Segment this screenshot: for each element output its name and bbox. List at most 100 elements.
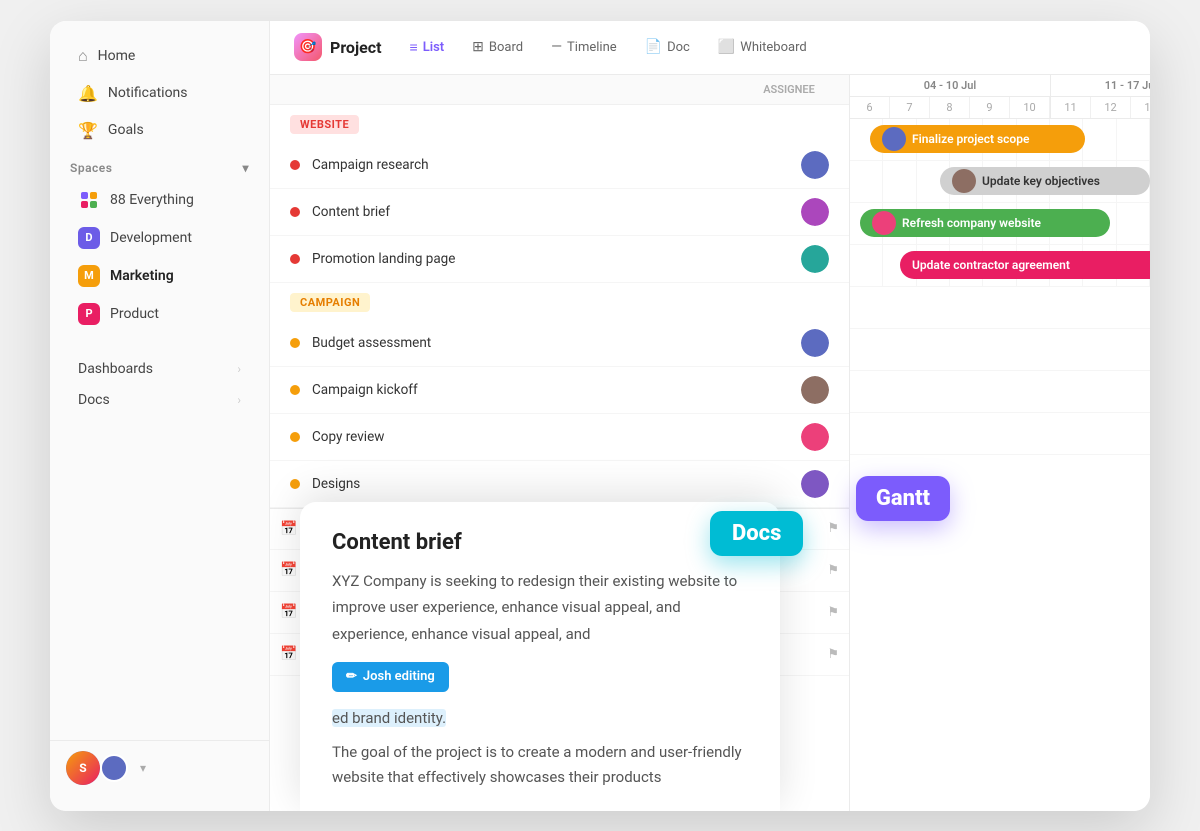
gantt-row	[850, 329, 1150, 371]
calendar-icon: 📅	[280, 646, 297, 662]
main-content: 🎯 Project ≡ List ⊞ Board — Timeline 📄 Do…	[270, 21, 1150, 811]
avatar	[801, 329, 829, 357]
tab-whiteboard[interactable]: ⬜ Whiteboard	[706, 33, 819, 61]
tab-board[interactable]: ⊞ Board	[460, 33, 535, 61]
user-avatar-bar[interactable]: S ▾	[50, 740, 269, 795]
doc-icon: 📄	[645, 39, 662, 55]
table-row[interactable]: Designs	[270, 461, 849, 508]
gantt-floating-label: Gantt	[856, 476, 950, 521]
gantt-header: 04 - 10 Jul 6 7 8 9 10 11 - 17 Jul 11	[850, 75, 1150, 119]
flag-icon: ⚑	[827, 605, 839, 620]
list-icon: ≡	[410, 39, 418, 56]
grid-icon	[78, 189, 100, 211]
sidebar-bottom: Dashboards › Docs ›	[50, 345, 269, 424]
gantt-bar-contractor[interactable]: Update contractor agreement	[900, 251, 1150, 279]
chevron-down-icon[interactable]: ▾	[242, 161, 249, 175]
week-block-1: 04 - 10 Jul 6 7 8 9 10	[850, 75, 1051, 118]
table-row[interactable]: Campaign kickoff	[270, 367, 849, 414]
avatar	[882, 127, 906, 151]
bell-icon: 🔔	[78, 84, 98, 103]
week-block-2: 11 - 17 Jul 11 12 13 14	[1051, 75, 1150, 118]
flag-icon: ⚑	[827, 521, 839, 536]
gantt-bar-finalize[interactable]: Finalize project scope	[870, 125, 1085, 153]
chevron-right-icon: ›	[237, 393, 241, 407]
sidebar-item-docs[interactable]: Docs ›	[58, 385, 261, 415]
status-dot	[290, 338, 300, 348]
avatar	[801, 423, 829, 451]
table-row[interactable]: Budget assessment	[270, 320, 849, 367]
avatar	[872, 211, 896, 235]
table-row[interactable]: Promotion landing page	[270, 236, 849, 283]
campaign-badge: CAMPAIGN	[290, 293, 370, 312]
tab-list[interactable]: ≡ List	[398, 33, 457, 62]
sidebar: ⌂ Home 🔔 Notifications 🏆 Goals Spaces ▾	[50, 21, 270, 811]
gantt-row: Update contractor agreement	[850, 245, 1150, 287]
docs-body: XYZ Company is seeking to redesign their…	[332, 569, 748, 790]
second-avatar	[100, 754, 128, 782]
table-row[interactable]: Campaign research	[270, 142, 849, 189]
status-dot	[290, 385, 300, 395]
content-area: ASSIGNEE WEBSITE Campaign research	[270, 75, 1150, 811]
timeline-icon: —	[551, 39, 562, 55]
avatar	[801, 151, 829, 179]
table-row[interactable]: Content brief	[270, 189, 849, 236]
gantt-row	[850, 371, 1150, 413]
goals-icon: 🏆	[78, 121, 98, 140]
avatar	[801, 470, 829, 498]
development-badge: D	[78, 227, 100, 249]
website-badge: WEBSITE	[290, 115, 359, 134]
gantt-panel: 04 - 10 Jul 6 7 8 9 10 11 - 17 Jul 11	[850, 75, 1150, 811]
project-icon: 🎯	[294, 33, 322, 61]
flag-icon: ⚑	[827, 563, 839, 578]
docs-floating-label: Docs	[710, 511, 803, 556]
sidebar-item-marketing[interactable]: M Marketing	[58, 258, 261, 294]
sidebar-item-everything[interactable]: 88 Everything	[58, 182, 261, 218]
avatar	[801, 245, 829, 273]
josh-editing-bar: ✏ Josh editing	[332, 662, 449, 692]
marketing-badge: M	[78, 265, 100, 287]
section-website: WEBSITE Campaign research Content brief	[270, 105, 849, 283]
section-campaign: CAMPAIGN Budget assessment Campaign kick…	[270, 283, 849, 508]
flag-icon: ⚑	[827, 647, 839, 662]
avatar: S	[66, 751, 100, 785]
sidebar-item-goals[interactable]: 🏆 Goals	[58, 113, 261, 148]
avatar	[801, 198, 829, 226]
calendar-icon: 📅	[280, 562, 297, 578]
sidebar-item-notifications[interactable]: 🔔 Notifications	[58, 76, 261, 111]
tab-doc[interactable]: 📄 Doc	[633, 33, 702, 61]
home-icon: ⌂	[78, 46, 88, 66]
status-dot	[290, 160, 300, 170]
docs-popup: Content brief XYZ Company is seeking to …	[300, 502, 780, 810]
project-title: Project	[330, 38, 382, 57]
top-header: 🎯 Project ≡ List ⊞ Board — Timeline 📄 Do…	[270, 21, 1150, 75]
list-table-header: ASSIGNEE	[270, 75, 849, 105]
spaces-header: Spaces ▾	[50, 149, 269, 181]
status-dot	[290, 432, 300, 442]
gantt-bar-update[interactable]: Update key objectives	[940, 167, 1150, 195]
gantt-body: Finalize project scope	[850, 119, 1150, 807]
docs-title: Content brief	[332, 530, 748, 555]
pencil-icon: ✏	[346, 666, 357, 688]
status-dot	[290, 207, 300, 217]
sidebar-item-dashboards[interactable]: Dashboards ›	[58, 354, 261, 384]
gantt-row: Refresh company website	[850, 203, 1150, 245]
gantt-row	[850, 413, 1150, 455]
avatar	[952, 169, 976, 193]
sidebar-item-development[interactable]: D Development	[58, 220, 261, 256]
table-row[interactable]: Copy review	[270, 414, 849, 461]
product-badge: P	[78, 303, 100, 325]
whiteboard-icon: ⬜	[718, 39, 735, 55]
status-dot	[290, 479, 300, 489]
gantt-row: Finalize project scope	[850, 119, 1150, 161]
tab-timeline[interactable]: — Timeline	[539, 33, 629, 61]
calendar-icon: 📅	[280, 604, 297, 620]
gantt-row: Update key objectives	[850, 161, 1150, 203]
gantt-bar-refresh[interactable]: Refresh company website	[860, 209, 1110, 237]
board-icon: ⊞	[472, 39, 484, 55]
avatar	[801, 376, 829, 404]
sidebar-item-product[interactable]: P Product	[58, 296, 261, 332]
status-dot	[290, 254, 300, 264]
sidebar-item-home[interactable]: ⌂ Home	[58, 38, 261, 74]
chevron-down-icon[interactable]: ▾	[140, 761, 146, 775]
chevron-right-icon: ›	[237, 362, 241, 376]
